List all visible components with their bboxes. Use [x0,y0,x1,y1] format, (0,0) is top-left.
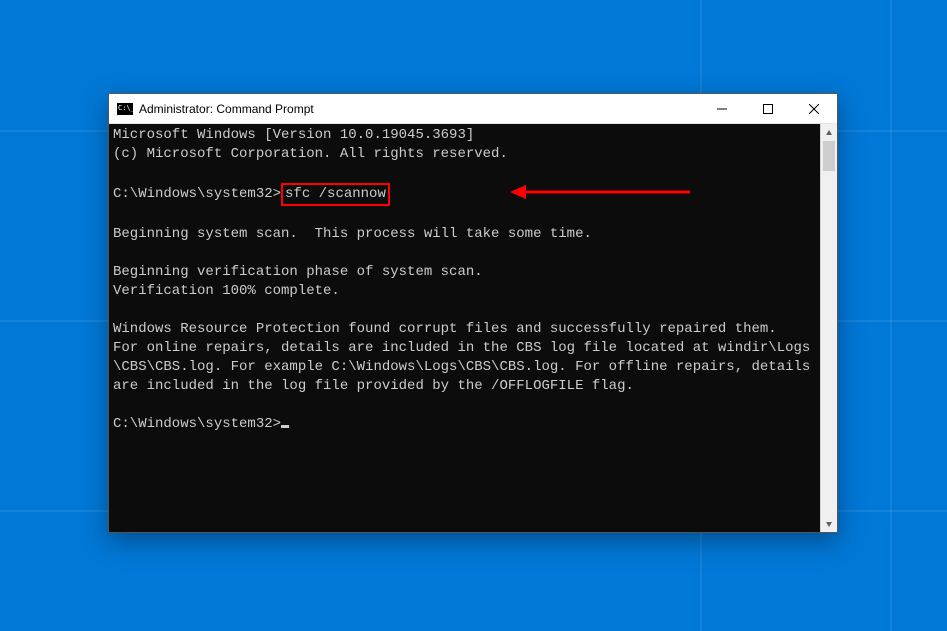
console-line: Verification 100% complete. [113,283,340,299]
close-button[interactable] [791,94,837,123]
console-prompt: C:\Windows\system32> [113,416,281,432]
minimize-button[interactable] [699,94,745,123]
cmd-window: Administrator: Command Prompt Microsoft … [108,93,838,533]
console-line: Beginning verification phase of system s… [113,264,483,280]
window-title: Administrator: Command Prompt [139,102,699,116]
annotation-highlight: sfc /scannow [281,183,390,206]
scroll-thumb[interactable] [823,141,835,171]
titlebar[interactable]: Administrator: Command Prompt [109,94,837,124]
scroll-track[interactable] [821,141,837,515]
annotation-arrow-icon [510,183,690,201]
console-line: For online repairs, details are included… [113,340,819,394]
text-cursor [281,425,289,428]
console-line: Beginning system scan. This process will… [113,226,592,242]
console-line: Windows Resource Protection found corrup… [113,321,777,337]
cmd-icon [117,103,133,115]
scroll-down-button[interactable] [821,515,837,532]
console-line: (c) Microsoft Corporation. All rights re… [113,146,508,162]
maximize-button[interactable] [745,94,791,123]
console-line: Microsoft Windows [Version 10.0.19045.36… [113,127,474,143]
scroll-up-button[interactable] [821,124,837,141]
console-command: sfc /scannow [285,186,386,202]
console-output[interactable]: Microsoft Windows [Version 10.0.19045.36… [109,124,820,532]
console-prompt: C:\Windows\system32> [113,186,281,202]
vertical-scrollbar[interactable] [820,124,837,532]
